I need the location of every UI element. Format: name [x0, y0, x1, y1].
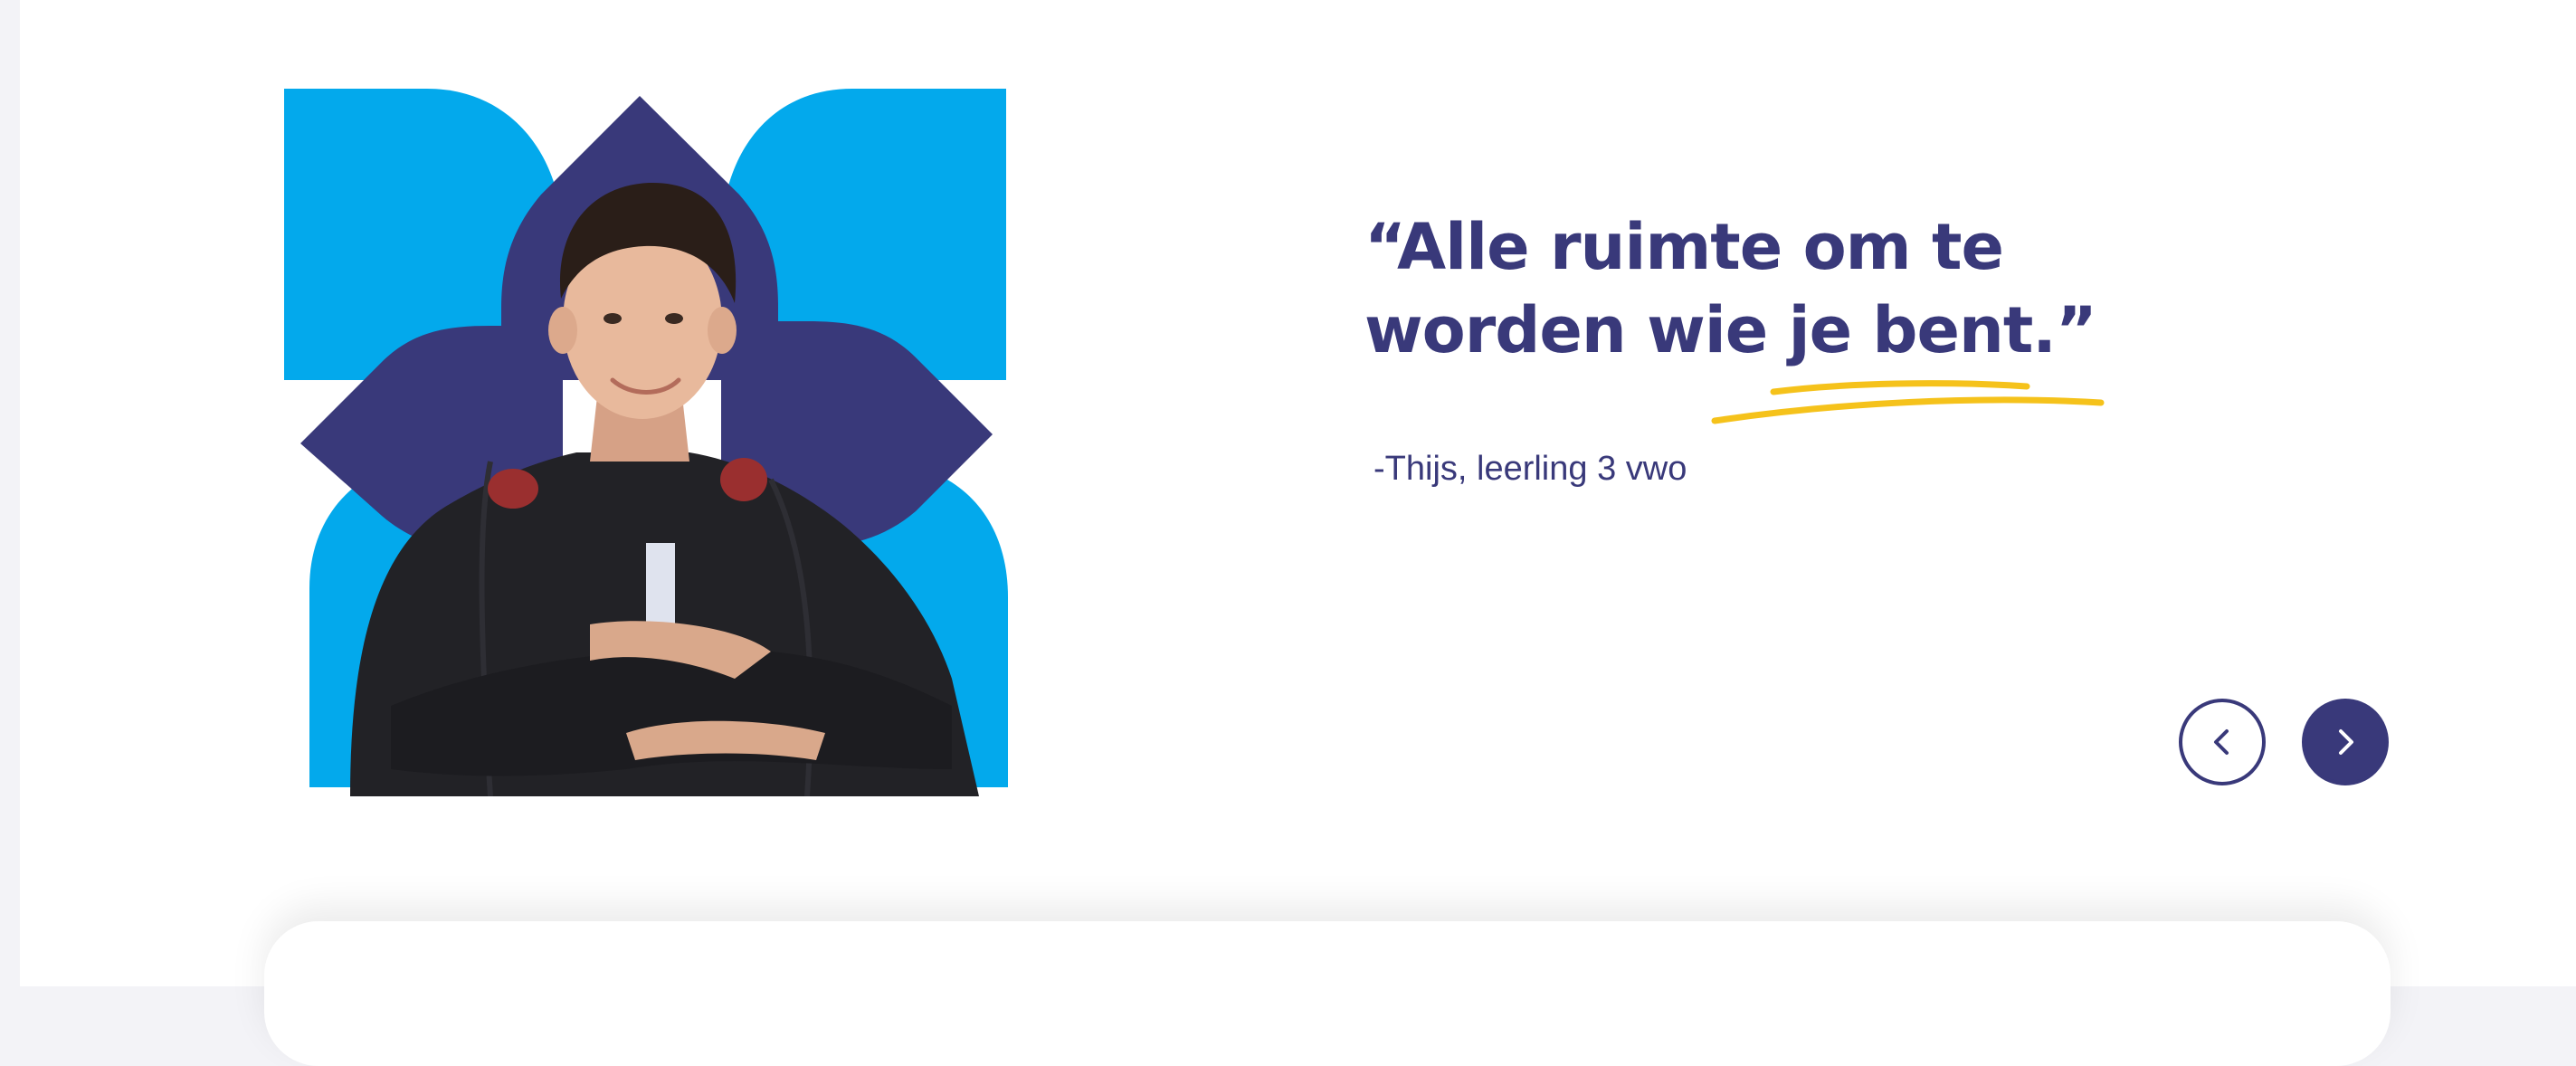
quote-underline-decoration [1711, 380, 2105, 424]
quote-line-1: “Alle ruimte om te [1364, 210, 2004, 284]
content-card [264, 921, 2391, 1066]
testimonial-photo [264, 81, 1042, 796]
chevron-right-icon [2339, 729, 2353, 755]
testimonial-attribution: -Thijs, leerling 3 vwo [1374, 450, 1687, 488]
quote-line-2: worden wie je bent.” [1364, 293, 2097, 367]
previous-testimonial-button[interactable] [2179, 699, 2266, 785]
next-testimonial-button[interactable] [2302, 699, 2389, 785]
testimonial-quote: “Alle ruimte om te worden wie je bent.” [1364, 205, 2161, 372]
chevron-left-icon [2214, 729, 2229, 755]
page: “Alle ruimte om te worden wie je bent.” … [20, 0, 2576, 1066]
student-portrait-graphic [284, 89, 1008, 796]
